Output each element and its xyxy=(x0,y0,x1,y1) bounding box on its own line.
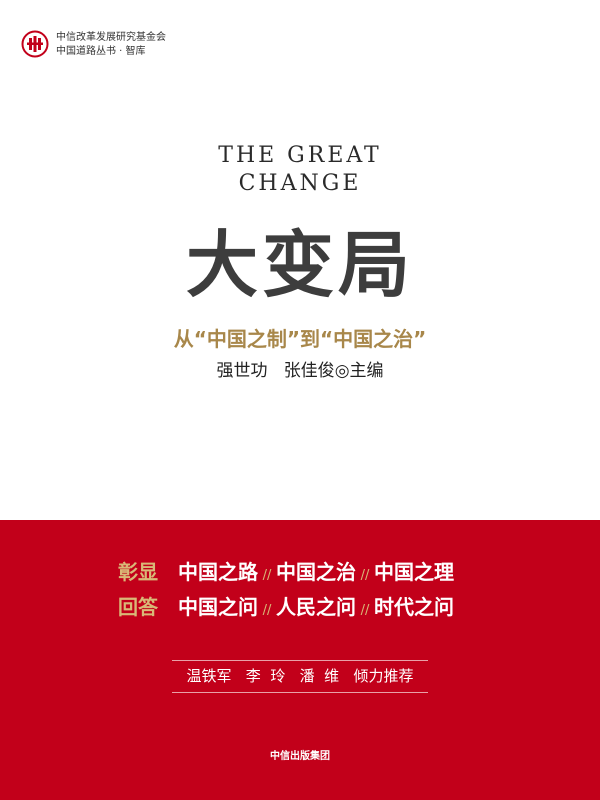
author-name-1: 强世功 xyxy=(216,361,268,381)
row-1-item-2: 中国之治 xyxy=(276,560,356,584)
row-2-item-2: 人民之问 xyxy=(276,595,356,619)
editor-role: ◎主编 xyxy=(334,361,384,381)
row-1-item-1: 中国之路 xyxy=(178,560,258,584)
series-line-1: 中信改革发展研究基金会 xyxy=(56,32,166,43)
row-2-item-1: 中国之问 xyxy=(178,595,258,619)
theme-row-2: 回答 中国之问 // 人民之问 // 时代之问 xyxy=(118,592,454,622)
divider-top xyxy=(172,660,428,661)
row-2-item-3: 时代之问 xyxy=(374,595,454,619)
author-name-2: 张佳俊 xyxy=(283,361,335,381)
recommenders: 温铁军 李 玲 潘 维 倾力推荐 xyxy=(186,667,414,685)
english-title: THE GREAT CHANGE xyxy=(0,142,600,198)
row-1-label: 彰显 xyxy=(118,560,158,584)
citic-logo-icon xyxy=(21,30,49,58)
publisher: 中信出版集团 xyxy=(270,751,330,762)
book-cover: 中信改革发展研究基金会 中国道路丛书 · 智库 THE GREAT CHANGE… xyxy=(0,0,600,800)
separator-icon: // xyxy=(262,568,272,583)
authors-line: 强世功 张佳俊◎主编 xyxy=(0,359,600,383)
series-line-2: 中国道路丛书 · 智库 xyxy=(56,46,146,57)
english-title-line-2: CHANGE xyxy=(238,171,362,196)
english-title-line-1: THE GREAT xyxy=(218,143,382,168)
row-2-label: 回答 xyxy=(118,595,158,619)
series-info: 中信改革发展研究基金会 中国道路丛书 · 智库 xyxy=(56,31,166,59)
chinese-title: 大变局 xyxy=(185,223,414,307)
divider-bottom xyxy=(172,692,428,693)
row-1-item-3: 中国之理 xyxy=(374,560,454,584)
theme-row-1: 彰显 中国之路 // 中国之治 // 中国之理 xyxy=(118,557,454,587)
separator-icon: // xyxy=(360,603,370,618)
separator-icon: // xyxy=(262,603,272,618)
separator-icon: // xyxy=(360,568,370,583)
subtitle: 从“中国之制”到“中国之治” xyxy=(173,327,427,351)
